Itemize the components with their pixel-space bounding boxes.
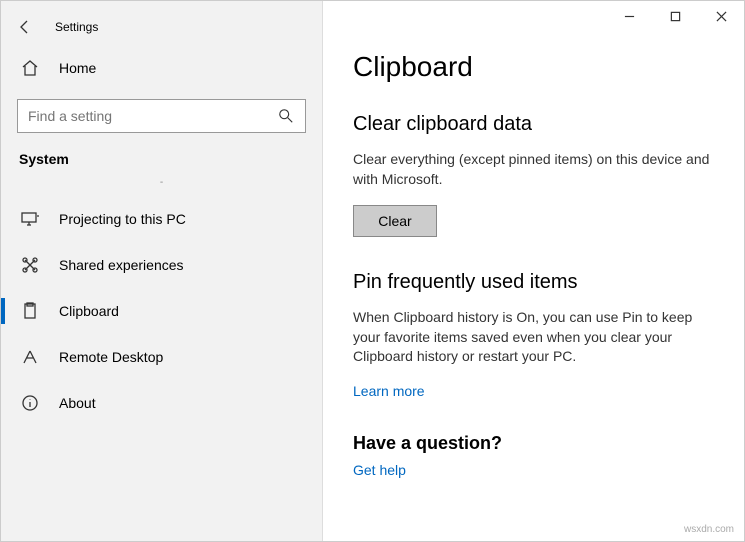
titlebar: Settings bbox=[1, 9, 322, 45]
about-icon bbox=[21, 394, 39, 412]
sidebar-item-about[interactable]: About bbox=[1, 380, 322, 426]
window-title: Settings bbox=[55, 20, 98, 34]
clear-title: Clear clipboard data bbox=[353, 113, 714, 136]
learn-more-link[interactable]: Learn more bbox=[353, 383, 714, 399]
sidebar-item-remote[interactable]: Remote Desktop bbox=[1, 334, 322, 380]
nav-label: Projecting to this PC bbox=[59, 211, 186, 227]
nav-label: Clipboard bbox=[59, 303, 119, 319]
page-heading: Clipboard bbox=[353, 51, 714, 83]
search-box[interactable] bbox=[17, 99, 306, 133]
search-input[interactable] bbox=[28, 108, 258, 124]
sidebar-item-shared[interactable]: Shared experiences bbox=[1, 242, 322, 288]
clear-button[interactable]: Clear bbox=[353, 205, 437, 237]
clear-section: Clear clipboard data Clear everything (e… bbox=[353, 113, 714, 237]
question-title: Have a question? bbox=[353, 433, 714, 454]
projecting-icon bbox=[21, 210, 39, 228]
back-button[interactable] bbox=[13, 15, 37, 39]
pin-body: When Clipboard history is On, you can us… bbox=[353, 308, 714, 367]
nav-label: Remote Desktop bbox=[59, 349, 163, 365]
home-icon bbox=[21, 59, 39, 77]
main-content: Clipboard Clear clipboard data Clear eve… bbox=[323, 1, 744, 541]
separator: - bbox=[1, 173, 322, 196]
remote-icon bbox=[21, 348, 39, 366]
clear-body: Clear everything (except pinned items) o… bbox=[353, 150, 714, 189]
nav-label: Shared experiences bbox=[59, 257, 184, 273]
sidebar-item-clipboard[interactable]: Clipboard bbox=[1, 288, 322, 334]
close-button[interactable] bbox=[698, 1, 744, 31]
minimize-button[interactable] bbox=[606, 1, 652, 31]
get-help-link[interactable]: Get help bbox=[353, 462, 714, 478]
sidebar: Settings Home System - Projecting to thi… bbox=[1, 1, 323, 541]
sidebar-item-projecting[interactable]: Projecting to this PC bbox=[1, 196, 322, 242]
clipboard-icon bbox=[21, 302, 39, 320]
pin-section: Pin frequently used items When Clipboard… bbox=[353, 271, 714, 399]
search-icon bbox=[277, 107, 295, 125]
question-section: Have a question? Get help bbox=[353, 433, 714, 478]
category-label: System bbox=[1, 145, 322, 173]
shared-icon bbox=[21, 256, 39, 274]
window-controls bbox=[606, 1, 744, 31]
pin-title: Pin frequently used items bbox=[353, 271, 714, 294]
nav-label: About bbox=[59, 395, 96, 411]
home-nav[interactable]: Home bbox=[1, 45, 322, 91]
maximize-button[interactable] bbox=[652, 1, 698, 31]
home-label: Home bbox=[59, 60, 96, 76]
watermark: wsxdn.com bbox=[684, 524, 734, 535]
